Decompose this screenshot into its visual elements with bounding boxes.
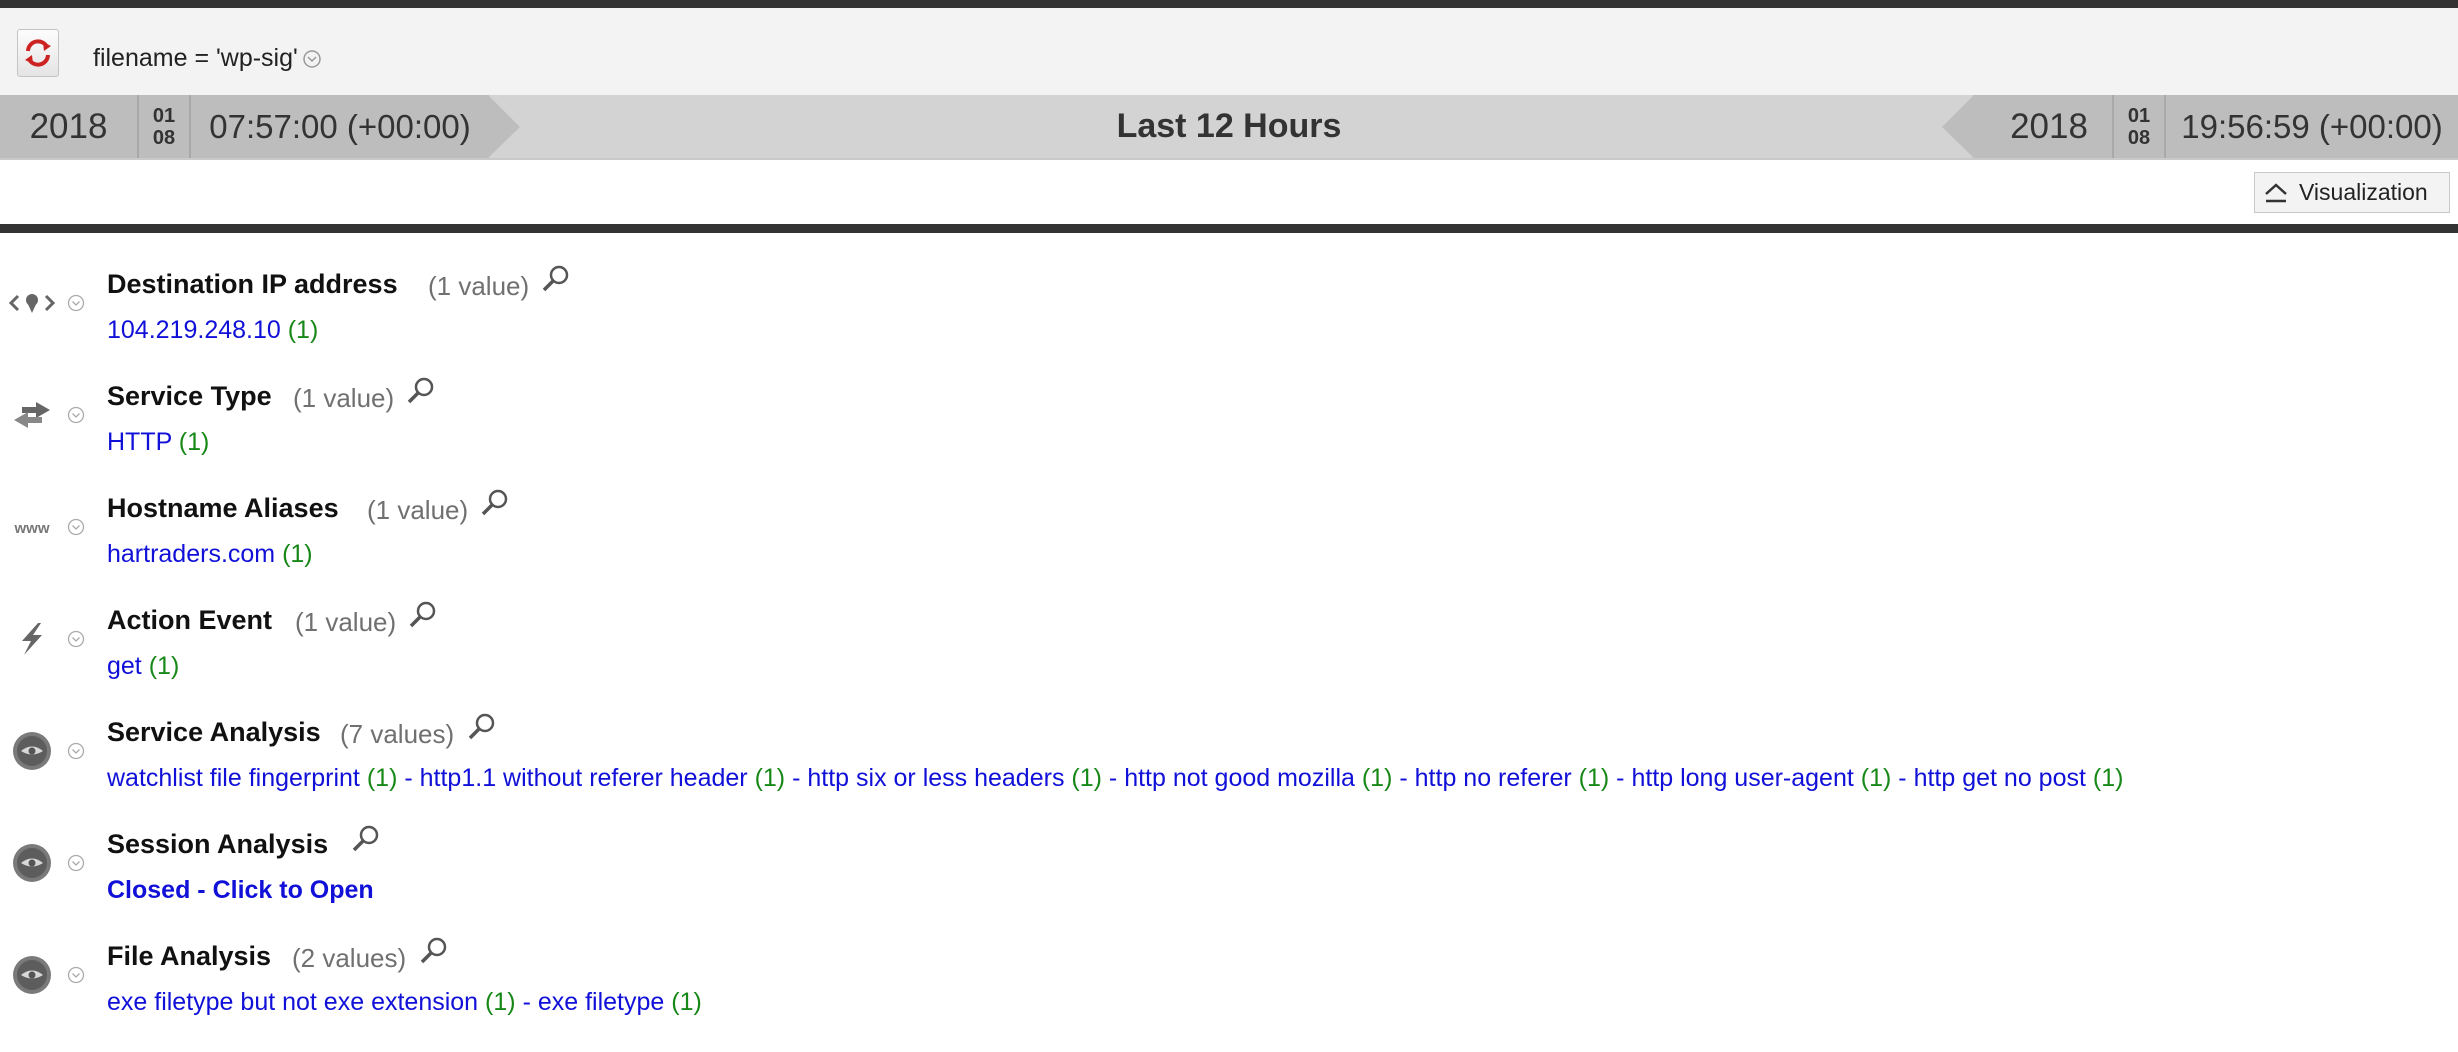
chevron-down-icon[interactable]: [67, 294, 85, 312]
field-title: Service Analysis: [107, 717, 321, 747]
value-list: HTTP (1): [107, 428, 209, 457]
value-list: hartraders.com (1): [107, 540, 313, 569]
field-title: Hostname Aliases: [107, 493, 339, 523]
field-value-count: (7 values): [340, 719, 455, 749]
meta-service-type: Service Type (1 value) HTTP (1): [0, 365, 2458, 477]
field-value-count: (2 values): [292, 943, 407, 973]
search-icon[interactable]: [407, 599, 439, 631]
chevron-down-icon[interactable]: [67, 966, 85, 984]
value-link[interactable]: http no referer: [1415, 764, 1572, 792]
value-list: get (1): [107, 652, 179, 681]
top-border: [0, 0, 2458, 8]
field-title: Session Analysis: [107, 829, 329, 859]
value-count: (1): [287, 316, 319, 344]
value-link[interactable]: HTTP: [107, 428, 172, 456]
chevron-down-icon[interactable]: [67, 406, 85, 424]
value-count: (1): [366, 764, 398, 792]
closed-click-to-open-link[interactable]: Closed - Click to Open: [107, 876, 374, 904]
search-icon[interactable]: [418, 935, 450, 967]
value-list: 104.219.248.10 (1): [107, 316, 318, 345]
search-icon[interactable]: [540, 263, 572, 295]
svg-text:www: www: [13, 520, 49, 537]
value-link[interactable]: watchlist file fingerprint: [107, 764, 360, 792]
value-count: (1): [282, 540, 313, 568]
query-text[interactable]: filename = 'wp-sig': [93, 44, 298, 73]
value-link[interactable]: http six or less headers: [807, 764, 1064, 792]
chevron-down-icon[interactable]: [67, 518, 85, 536]
meta-file-analysis: File Analysis (2 values) exe filetype bu…: [0, 925, 2458, 1037]
search-icon[interactable]: [466, 711, 498, 743]
end-arrow: [1942, 95, 1974, 158]
value-link[interactable]: exe filetype: [538, 988, 664, 1016]
value-link[interactable]: http long user-agent: [1631, 764, 1853, 792]
value-count: (1): [754, 764, 786, 792]
chevron-up-icon: [2265, 182, 2287, 202]
analysis-icon: [8, 843, 56, 883]
value-count: (1): [1071, 764, 1102, 792]
analysis-icon: [8, 955, 56, 995]
value-count: (1): [1860, 764, 1892, 792]
chevron-down-icon[interactable]: [67, 630, 85, 648]
time-range-bar: 2018 01 08 07:57:00 (+00:00) Last 12 Hou…: [0, 95, 2458, 158]
value-count: (1): [671, 988, 702, 1016]
field-value-count: (1 value): [367, 495, 469, 525]
value-link[interactable]: 104.219.248.10: [107, 316, 281, 344]
lightning-icon: [8, 619, 56, 659]
chevron-down-icon[interactable]: [67, 742, 85, 760]
chevron-down-icon[interactable]: [302, 49, 322, 69]
section-divider: [0, 224, 2458, 233]
end-year[interactable]: 2018: [1973, 95, 2125, 158]
query-bar: filename = 'wp-sig': [0, 8, 2458, 95]
visualization-button[interactable]: Visualization: [2254, 172, 2450, 213]
value-count: (1): [485, 988, 516, 1016]
value-link[interactable]: exe filetype but not exe extension: [107, 988, 478, 1016]
value-list: exe filetype but not exe extension (1) -…: [107, 988, 702, 1017]
value-count: (1): [148, 652, 180, 680]
value-list: watchlist file fingerprint (1) - http1.1…: [107, 764, 2123, 793]
end-time[interactable]: 19:56:59 (+00:00): [2166, 95, 2458, 158]
field-title: File Analysis: [107, 941, 272, 971]
value-separator: -: [404, 764, 413, 792]
value-link[interactable]: get: [107, 652, 142, 680]
search-icon[interactable]: [405, 375, 437, 407]
location-icon: [8, 283, 56, 323]
refresh-icon: [25, 39, 51, 67]
value-link[interactable]: http get no post: [1914, 764, 2086, 792]
value-separator: -: [792, 764, 801, 792]
value-separator: -: [1616, 764, 1625, 792]
timebar-border: [0, 158, 2458, 160]
value-count: (1): [1361, 764, 1393, 792]
field-title: Destination IP address: [107, 269, 398, 299]
meta-session-analysis: Session Analysis Closed - Click to Open: [0, 813, 2458, 925]
value-separator: -: [1108, 764, 1118, 792]
field-value-count: (1 value): [428, 271, 530, 301]
value-count: (1): [1578, 764, 1610, 792]
value-link[interactable]: hartraders.com: [107, 540, 275, 568]
exchange-arrows-icon: [8, 395, 56, 435]
value-count: (1): [2092, 764, 2124, 792]
meta-destination-ip: Destination IP address (1 value) 104.219…: [0, 253, 2458, 365]
value-separator: -: [522, 988, 531, 1016]
search-icon[interactable]: [350, 823, 382, 855]
field-title: Service Type: [107, 381, 272, 411]
meta-hostname-aliases: www Hostname Aliases (1 value) hartrader…: [0, 477, 2458, 589]
analysis-icon: [8, 731, 56, 771]
search-icon[interactable]: [479, 487, 511, 519]
value-list: Closed - Click to Open: [107, 876, 374, 905]
value-count: (1): [178, 428, 210, 456]
refresh-button[interactable]: [17, 29, 59, 77]
meta-service-analysis: Service Analysis (7 values) watchlist fi…: [0, 701, 2458, 813]
chevron-down-icon[interactable]: [67, 854, 85, 872]
field-title: Action Event: [107, 605, 273, 635]
field-value-count: (1 value): [295, 607, 397, 637]
meta-action-event: Action Event (1 value) get (1): [0, 589, 2458, 701]
end-month-day[interactable]: 01 08: [2114, 95, 2164, 158]
value-separator: -: [1399, 764, 1408, 792]
value-link[interactable]: http not good mozilla: [1124, 764, 1355, 792]
value-link[interactable]: http1.1 without referer header: [420, 764, 748, 792]
field-value-count: (1 value): [293, 383, 395, 413]
value-separator: -: [1898, 764, 1907, 792]
www-icon: www: [8, 507, 56, 547]
